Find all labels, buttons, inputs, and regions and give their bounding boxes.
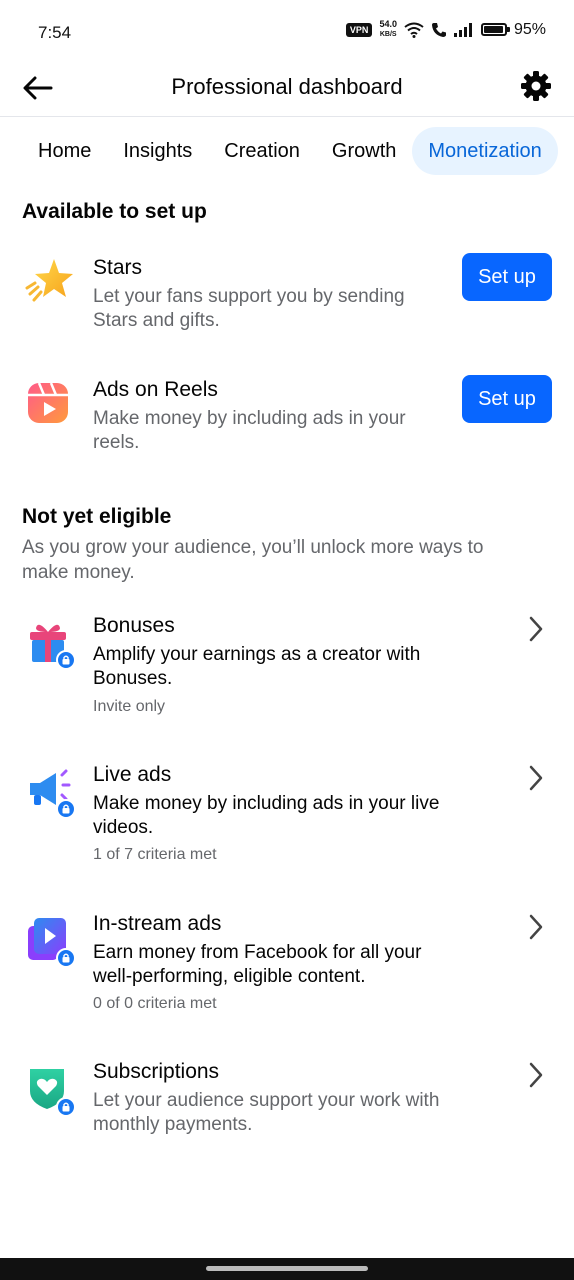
list-item-live-ads[interactable]: Live ads Make money by including ads in …	[0, 761, 574, 881]
status-icons: VPN 54.0 KB/S 95%	[345, 20, 546, 39]
bonuses-icon-wrapper	[24, 616, 80, 672]
ads-on-reels-description-line-1: Make money by including ads in your	[93, 408, 406, 429]
lock-icon	[62, 655, 70, 665]
status-time: 7:54	[38, 23, 72, 42]
tab-creation[interactable]: Creation	[208, 127, 316, 175]
subscriptions-title: Subscriptions	[93, 1060, 220, 1083]
tab-monetization[interactable]: Monetization	[412, 127, 558, 175]
list-item-in-stream-ads[interactable]: In-stream ads Earn money from Facebook f…	[0, 910, 574, 1030]
chevron-right-icon	[529, 1062, 543, 1088]
ads-on-reels-title: Ads on Reels	[93, 378, 218, 401]
lock-icon	[62, 1102, 70, 1112]
in-stream-ads-title: In-stream ads	[93, 912, 222, 935]
in-stream-ads-icon-wrapper	[24, 914, 80, 970]
subscriptions-description-line-2: monthly payments.	[93, 1114, 253, 1135]
stars-title: Stars	[93, 256, 143, 279]
live-ads-lock-badge	[56, 799, 76, 819]
chevron-right-icon	[529, 914, 543, 940]
live-ads-icon-wrapper	[24, 765, 80, 821]
ads-on-reels-description-line-2: reels.	[93, 432, 140, 453]
stars-description-line-1: Let your fans support you by sending	[93, 286, 405, 307]
app-header: Professional dashboard	[0, 58, 574, 117]
not-eligible-section-title: Not yet eligible	[22, 505, 172, 528]
subscriptions-description: Let your audience support your work with…	[93, 1089, 493, 1137]
live-ads-title: Live ads	[93, 763, 172, 786]
ads-on-reels-setup-button[interactable]: Set up	[462, 375, 552, 423]
bonuses-meta: Invite only	[93, 698, 166, 715]
subscriptions-description-line-1: Let your audience support your work with	[93, 1090, 440, 1111]
network-speed-unit: KB/S	[379, 31, 397, 38]
signal-icon	[453, 22, 472, 37]
not-eligible-description: As you grow your audience, you’ll unlock…	[22, 535, 542, 585]
wifi-icon	[404, 22, 424, 38]
live-ads-description: Make money by including ads in your live…	[93, 792, 493, 840]
subscriptions-lock-badge	[56, 1097, 76, 1117]
chevron-right-icon	[529, 765, 543, 791]
network-speed-value: 54.0	[379, 19, 397, 29]
stars-description-line-2: Stars and gifts.	[93, 310, 220, 331]
bonuses-title: Bonuses	[93, 614, 175, 637]
in-stream-ads-description-line-2: well-performing, eligible content.	[93, 966, 366, 987]
gear-icon	[521, 71, 551, 101]
live-ads-meta: 1 of 7 criteria met	[93, 846, 217, 863]
home-gesture-handle[interactable]	[206, 1266, 368, 1271]
list-item-bonuses[interactable]: Bonuses Amplify your earnings as a creat…	[0, 612, 574, 732]
tab-bar: Home Insights Creation Growth Monetizati…	[22, 127, 558, 175]
list-item-stars: Stars Let your fans support you by sendi…	[0, 250, 574, 350]
tab-insights[interactable]: Insights	[107, 127, 208, 175]
not-eligible-description-line-2: make money.	[22, 562, 135, 583]
lock-icon	[62, 804, 70, 814]
list-item-subscriptions[interactable]: Subscriptions Let your audience support …	[0, 1059, 574, 1149]
star-icon	[25, 259, 73, 302]
bonuses-description-line-1: Amplify your earnings as a creator with	[93, 644, 421, 665]
call-icon	[431, 22, 446, 37]
in-stream-ads-lock-badge	[56, 948, 76, 968]
not-eligible-description-line-1: As you grow your audience, you’ll unlock…	[22, 537, 484, 558]
subscriptions-icon-wrapper	[24, 1063, 80, 1119]
battery-icon	[480, 23, 510, 36]
in-stream-ads-description: Earn money from Facebook for all your we…	[93, 941, 493, 989]
battery-percent: 95%	[513, 20, 546, 38]
live-ads-description-line-2: videos.	[93, 817, 154, 838]
stars-description: Let your fans support you by sending Sta…	[93, 285, 453, 333]
bonuses-description: Amplify your earnings as a creator with …	[93, 643, 493, 691]
available-section-title: Available to set up	[22, 200, 207, 223]
in-stream-ads-meta: 0 of 0 criteria met	[93, 995, 217, 1012]
settings-button[interactable]	[516, 66, 556, 106]
page-title: Professional dashboard	[171, 74, 403, 99]
status-bar: 7:54 VPN 54.0 KB/S 95%	[0, 0, 574, 64]
in-stream-ads-description-line-1: Earn money from Facebook for all your	[93, 942, 422, 963]
live-ads-description-line-1: Make money by including ads in your live	[93, 793, 440, 814]
chevron-right-icon	[529, 616, 543, 642]
tab-growth[interactable]: Growth	[316, 127, 412, 175]
bonuses-lock-badge	[56, 650, 76, 670]
bonuses-description-line-2: Bonuses.	[93, 668, 173, 689]
ads-on-reels-description: Make money by including ads in your reel…	[93, 407, 453, 455]
tab-home[interactable]: Home	[22, 127, 107, 175]
reels-icon	[28, 382, 68, 423]
stars-setup-button[interactable]: Set up	[462, 253, 552, 301]
battery-level	[483, 26, 503, 33]
network-speed: 54.0 KB/S	[379, 20, 397, 39]
system-nav-bar	[0, 1258, 574, 1280]
list-item-ads-on-reels: Ads on Reels Make money by including ads…	[0, 372, 574, 472]
vpn-badge: VPN	[345, 22, 373, 37]
lock-icon	[62, 953, 70, 963]
